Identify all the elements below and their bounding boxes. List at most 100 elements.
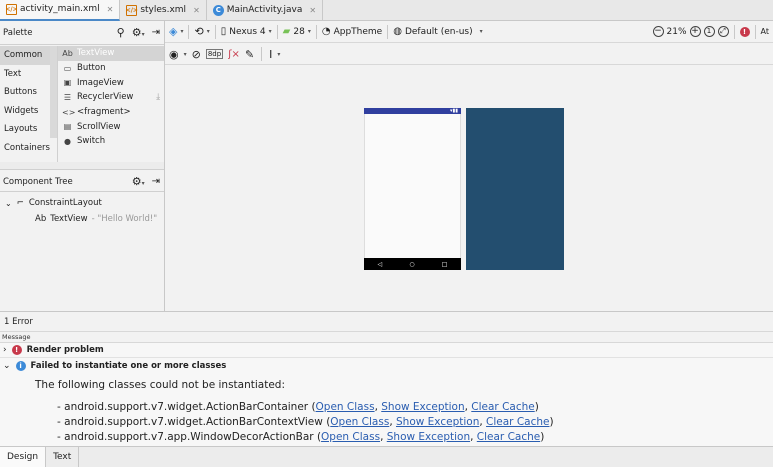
back-icon: ◁ xyxy=(377,260,383,268)
palette-item-label: Button xyxy=(77,63,106,74)
palette-category-buttons[interactable]: Buttons xyxy=(0,83,57,102)
palette-item-imageview[interactable]: ▣ ImageView xyxy=(58,75,164,90)
clear-constraints-icon[interactable]: ʃ× xyxy=(228,49,240,60)
palette-category-widgets[interactable]: Widgets xyxy=(0,102,57,121)
palette-item-label: ScrollView xyxy=(77,121,121,132)
zoom-to-fit-icon[interactable]: ⤢ xyxy=(717,26,729,37)
design-preview[interactable] xyxy=(364,108,461,270)
tab-design[interactable]: Design xyxy=(0,446,47,467)
palette-category-layouts[interactable]: Layouts xyxy=(0,120,57,139)
infer-constraints-icon[interactable]: ✎ xyxy=(245,48,254,61)
textview-icon: Ab xyxy=(62,48,73,58)
tree-node-constraintlayout[interactable]: ⌄ ⌐ ConstraintLayout xyxy=(0,195,164,211)
autoconnect-off-icon[interactable]: ⊘ xyxy=(192,48,201,61)
close-icon[interactable]: ✕ xyxy=(107,5,114,14)
tab-styles[interactable]: </> styles.xml ✕ xyxy=(120,0,207,21)
scroll-icon: ▤ xyxy=(63,122,72,132)
tab-main-activity[interactable]: C MainActivity.java ✕ xyxy=(207,0,324,21)
gear-icon[interactable]: ⚙▾ xyxy=(132,175,145,188)
palette-item-button[interactable]: ▭ Button xyxy=(58,61,164,76)
chevron-down-icon[interactable]: ⌄ xyxy=(5,199,12,208)
download-icon[interactable]: ⤓ xyxy=(156,92,160,102)
zoom-in-icon[interactable]: + xyxy=(689,26,701,37)
palette-item-textview[interactable]: Ab TextView xyxy=(58,46,164,61)
panel-splitter[interactable] xyxy=(0,162,164,170)
class-name: android.support.v7.widget.ActionBarConta… xyxy=(64,401,309,413)
tab-label: styles.xml xyxy=(140,5,187,15)
blueprint-preview[interactable] xyxy=(466,108,564,270)
eye-icon[interactable]: ◉ xyxy=(169,48,179,61)
show-exception-link[interactable]: Show Exception xyxy=(396,416,479,428)
palette-item-fragment[interactable]: <> <fragment> xyxy=(58,105,164,120)
zoom-fit-icon[interactable]: 1 xyxy=(703,26,715,37)
code-icon: <> xyxy=(62,107,76,117)
device-selector[interactable]: Nexus 4 xyxy=(229,27,265,37)
palette-item-scrollview[interactable]: ▤ ScrollView xyxy=(58,119,164,134)
palette-category-text[interactable]: Text xyxy=(0,65,57,84)
message-column-header: Message xyxy=(0,332,773,343)
open-class-link[interactable]: Open Class xyxy=(316,401,375,413)
tree-node-textview[interactable]: Ab TextView - "Hello World!" xyxy=(0,211,164,227)
error-title: Failed to instantiate one or more classe… xyxy=(30,360,227,371)
close-icon[interactable]: ✕ xyxy=(193,6,200,15)
chevron-down-icon[interactable]: ⌄ xyxy=(3,361,11,371)
home-icon: ○ xyxy=(409,260,415,268)
error-panel-header: 1 Error xyxy=(0,311,773,332)
search-icon[interactable]: ⚲ xyxy=(117,26,125,39)
recents-icon: □ xyxy=(441,260,448,268)
palette-item-switch[interactable]: ● Switch xyxy=(58,134,164,149)
tab-activity-main[interactable]: </> activity_main.xml ✕ xyxy=(0,0,121,21)
preview-status-bar: ▾▮▮ xyxy=(364,108,461,114)
theme-selector[interactable]: AppTheme xyxy=(334,27,383,37)
locale-selector[interactable]: Default (en-us) xyxy=(405,27,473,37)
class-line: - android.support.v7.widget.ActionBarCon… xyxy=(57,401,539,413)
error-failed-instantiate[interactable]: ⌄ i Failed to instantiate one or more cl… xyxy=(0,358,773,373)
layout-toolbar: ◉ ▾ ⊘ 8dp ʃ× ✎ I ▾ xyxy=(165,44,773,65)
open-class-link[interactable]: Open Class xyxy=(321,431,380,443)
preview-nav-bar: ◁ ○ □ xyxy=(364,258,461,270)
message-column-label: Message xyxy=(2,333,31,341)
palette-scrollbar[interactable] xyxy=(50,46,57,138)
globe-icon: ◍ xyxy=(393,26,402,37)
clear-cache-link[interactable]: Clear Cache xyxy=(471,401,534,413)
tab-label: activity_main.xml xyxy=(20,4,100,14)
open-class-link[interactable]: Open Class xyxy=(330,416,389,428)
palette-item-recyclerview[interactable]: ☰ RecyclerView ⤓ xyxy=(58,90,164,105)
error-title: Render problem xyxy=(26,345,104,355)
button-icon: ▭ xyxy=(63,63,72,73)
chevron-right-icon[interactable]: › xyxy=(3,345,7,355)
component-tree-title: Component Tree xyxy=(3,176,73,187)
error-list: › ! Render problem ⌄ i Failed to instant… xyxy=(0,343,773,446)
editor-tab-bar: </> activity_main.xml ✕ </> styles.xml ✕… xyxy=(0,0,773,21)
guidelines-icon[interactable]: I xyxy=(269,48,272,61)
palette-category-common[interactable]: Common xyxy=(0,46,57,65)
orientation-icon[interactable]: ⟲ xyxy=(194,25,203,38)
hide-panel-icon[interactable]: ⇥ xyxy=(152,176,160,187)
clear-cache-link[interactable]: Clear Cache xyxy=(486,416,549,428)
close-icon[interactable]: ✕ xyxy=(309,6,316,15)
attributes-panel-label[interactable]: At xyxy=(761,27,769,36)
editor-mode-tabs: Design Text xyxy=(0,446,773,467)
error-count: 1 Error xyxy=(4,316,33,327)
gear-icon[interactable]: ⚙▾ xyxy=(132,26,145,39)
clear-cache-link[interactable]: Clear Cache xyxy=(477,431,540,443)
error-intro: The following classes could not be insta… xyxy=(35,379,286,391)
palette-category-containers[interactable]: Containers xyxy=(0,139,57,158)
api-selector[interactable]: 28 xyxy=(293,27,304,37)
error-indicator-icon[interactable]: ! xyxy=(739,26,750,37)
switch-icon: ● xyxy=(64,136,71,146)
show-exception-link[interactable]: Show Exception xyxy=(387,431,470,443)
component-tree-header: Component Tree ⚙▾ ⇥ xyxy=(0,172,164,192)
tree-node-detail: - "Hello World!" xyxy=(91,214,158,224)
palette-item-label: RecyclerView xyxy=(77,92,134,103)
zoom-out-icon[interactable]: − xyxy=(652,26,664,37)
show-exception-link[interactable]: Show Exception xyxy=(381,401,464,413)
component-tree: ⌄ ⌐ ConstraintLayout Ab TextView - "Hell… xyxy=(0,195,164,227)
layers-icon[interactable]: ◈ xyxy=(169,25,177,38)
default-margin-button[interactable]: 8dp xyxy=(205,49,224,59)
tab-text[interactable]: Text xyxy=(46,446,80,467)
hide-panel-icon[interactable]: ⇥ xyxy=(152,27,160,38)
error-render-problem[interactable]: › ! Render problem xyxy=(0,343,773,358)
palette-title: Palette xyxy=(3,27,33,38)
palette-header: Palette ⚲ ⚙▾ ⇥ xyxy=(0,21,164,45)
